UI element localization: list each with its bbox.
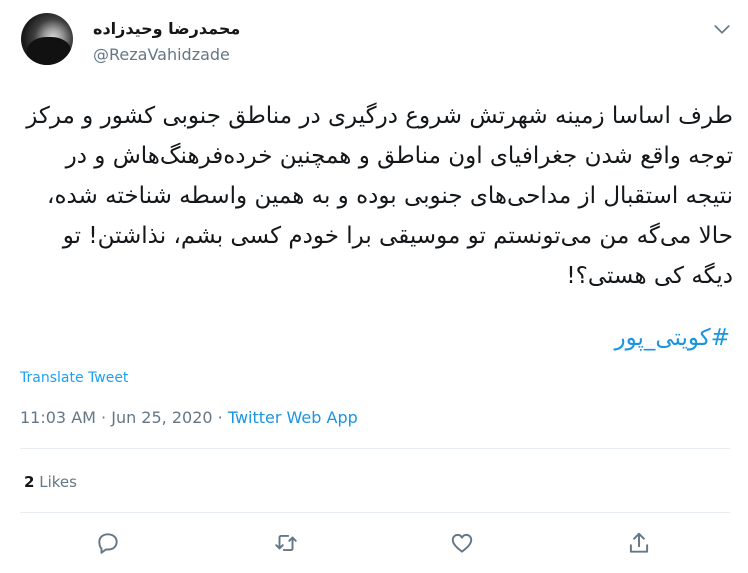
likes-stat[interactable]: 2 Likes bbox=[24, 473, 77, 491]
retweet-icon[interactable] bbox=[273, 530, 299, 556]
translate-tweet-link[interactable]: Translate Tweet bbox=[20, 370, 128, 386]
author-handle[interactable]: @RezaVahidzade bbox=[93, 45, 230, 64]
share-icon[interactable] bbox=[626, 530, 652, 556]
heart-icon[interactable] bbox=[449, 530, 475, 556]
likes-label: Likes bbox=[39, 473, 77, 491]
tweet-date[interactable]: Jun 25, 2020 bbox=[111, 408, 212, 427]
meta-separator: · bbox=[212, 408, 228, 427]
tweet-source-link[interactable]: Twitter Web App bbox=[228, 408, 358, 427]
tweet-header: محمدرضا وحیدزاده @RezaVahidzade bbox=[21, 8, 731, 72]
tweet-text: طرف اساسا زمینه شهرتش شروع درگیری در منا… bbox=[26, 103, 733, 289]
divider bbox=[20, 512, 730, 513]
avatar[interactable] bbox=[21, 13, 73, 65]
meta-separator: · bbox=[95, 408, 112, 427]
tweet-actions bbox=[0, 530, 748, 560]
divider bbox=[20, 448, 730, 449]
reply-icon[interactable] bbox=[95, 530, 121, 556]
tweet-time[interactable]: 11:03 AM bbox=[20, 408, 96, 427]
tweet-metadata: 11:03 AM · Jun 25, 2020 · Twitter Web Ap… bbox=[20, 408, 358, 427]
author-display-name[interactable]: محمدرضا وحیدزاده bbox=[93, 19, 240, 38]
likes-count: 2 bbox=[24, 473, 35, 491]
hashtag-link[interactable]: #کویتی_پور bbox=[20, 318, 730, 358]
chevron-down-icon[interactable] bbox=[713, 20, 731, 38]
